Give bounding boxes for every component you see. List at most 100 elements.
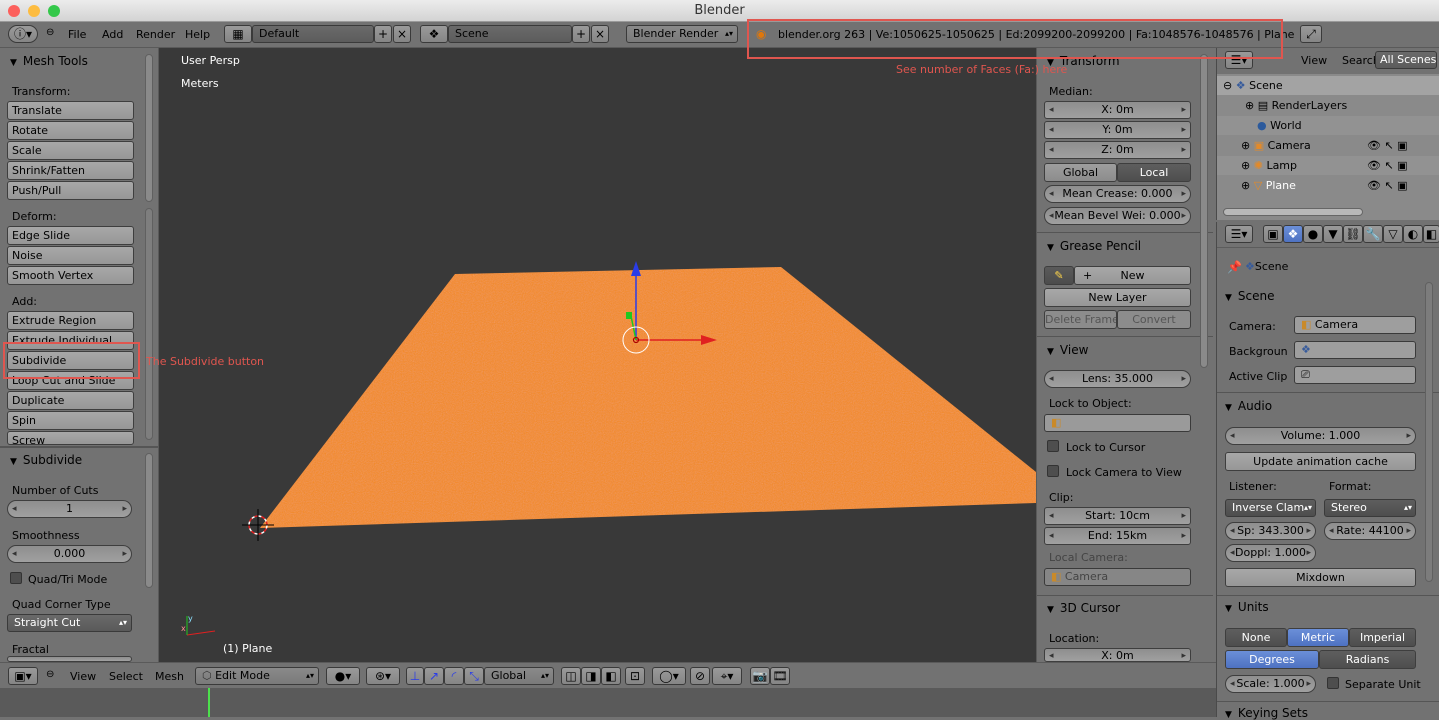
listener-select[interactable]: Inverse Clam ▴▾ [1225,499,1316,517]
mesh-tools-header[interactable]: ▼ Mesh Tools [10,54,88,68]
outliner-view-menu[interactable]: View [1301,53,1327,69]
separate-unit-checkbox[interactable] [1327,677,1339,689]
rotate-button[interactable]: Rotate [7,121,134,140]
global-toggle[interactable]: Global [1044,163,1117,182]
manipulator-toggle-icon[interactable]: ⊥ [406,667,424,685]
units-none-toggle[interactable]: None [1225,628,1287,647]
menu-select[interactable]: Select [109,669,143,685]
constraints-tab-icon[interactable]: ⛓ [1343,225,1363,243]
outliner-h-scrollbar[interactable] [1223,208,1363,216]
render-opengl-icon[interactable]: 📷 [750,667,770,685]
lock-cursor-checkbox[interactable] [1047,440,1059,452]
degrees-toggle[interactable]: Degrees [1225,650,1319,669]
3d-view-editor-type-icon[interactable]: ▣▾ [8,667,38,685]
minimize-window-button[interactable] [28,5,40,17]
clip-start-field[interactable]: Start: 10cm [1044,507,1191,525]
viewport-shading-icon[interactable]: ●▾ [326,667,360,685]
properties-scrollbar[interactable] [1425,282,1433,582]
remove-scene-icon[interactable]: × [591,25,609,43]
lock-camera-checkbox[interactable] [1047,465,1059,477]
translate-manipulator-icon[interactable]: ↗ [424,667,444,685]
delete-frame-button[interactable]: Delete Frame [1044,310,1117,329]
scale-button[interactable]: Scale [7,141,134,160]
tool-shelf-scrollbar[interactable] [145,54,153,202]
screen-layout-field[interactable]: Default [252,25,374,43]
render-tab-icon[interactable]: ▣ [1263,225,1283,243]
units-imperial-toggle[interactable]: Imperial [1349,628,1416,647]
3d-viewport[interactable]: User Persp Meters y x (1) Plane [159,48,1036,662]
visibility-icons[interactable]: 👁 ↖ ▣ [1367,139,1408,152]
render-animation-icon[interactable]: 🎞 [770,667,790,685]
smoothness-field[interactable]: 0.000 [7,545,132,563]
timeline-area[interactable] [0,688,1216,717]
face-select-mode-icon[interactable]: ◧ [601,667,621,685]
render-engine-select[interactable]: Blender Render ▴▾ [626,25,738,43]
grease-pencil-header[interactable]: ▼ Grease Pencil [1047,239,1141,253]
units-panel-header[interactable]: ▼ Units [1225,600,1269,614]
rotate-manipulator-icon[interactable]: ◜ [444,667,464,685]
pencil-icon[interactable]: ✎ [1044,266,1074,285]
mode-select[interactable]: ⬡ Edit Mode ▴▾ [195,667,319,685]
median-z-field[interactable]: Z: 0m [1044,141,1191,159]
shrink-fatten-button[interactable]: Shrink/Fatten [7,161,134,180]
scene-camera-field[interactable]: ◧ Camera [1294,316,1416,334]
grease-new-button[interactable]: + New [1074,266,1191,285]
active-clip-field[interactable]: ⎚ [1294,366,1416,384]
speed-of-sound-field[interactable]: Sp: 343.300 [1225,522,1316,540]
properties-editor-type-icon[interactable]: ☰▾ [1225,225,1253,243]
fullscreen-icon[interactable]: ⤢ [1300,25,1322,43]
lens-field[interactable]: Lens: 35.000 [1044,370,1191,388]
volume-field[interactable]: Volume: 1.000 [1225,427,1416,445]
snap-toggle-icon[interactable]: ⊘ [690,667,710,685]
local-toggle[interactable]: Local [1117,163,1191,182]
outliner-row-world[interactable]: ● World [1217,116,1439,135]
convert-button[interactable]: Convert [1117,310,1191,329]
cursor-x-field[interactable]: X: 0m [1044,648,1191,663]
data-tab-icon[interactable]: ▽ [1383,225,1403,243]
operator-scrollbar[interactable] [145,453,153,588]
3d-cursor-header[interactable]: ▼ 3D Cursor [1047,601,1120,615]
menu-add[interactable]: Add [102,27,123,43]
3d-cursor-icon[interactable] [242,509,274,541]
duplicate-button[interactable]: Duplicate [7,391,134,410]
collapse-menu-icon[interactable]: ⊖ [46,669,54,680]
median-x-field[interactable]: X: 0m [1044,101,1191,119]
scene-tab-icon[interactable]: ❖ [1283,225,1303,243]
format-select[interactable]: Stereo ▴▾ [1324,499,1416,517]
mean-bevel-field[interactable]: Mean Bevel Wei: 0.000 [1044,207,1191,225]
local-camera-field[interactable]: ◧ Camera [1044,568,1191,586]
outliner-row-renderlayers[interactable]: ⊕ ▤ RenderLayers [1217,96,1439,115]
texture-tab-icon[interactable]: ◧ [1423,225,1439,243]
screen-layout-icon[interactable]: ▦ [224,25,252,43]
new-layer-button[interactable]: New Layer [1044,288,1191,307]
edge-slide-button[interactable]: Edge Slide [7,226,134,245]
subdivide-operator-header[interactable]: ▼ Subdivide [10,453,82,467]
update-cache-button[interactable]: Update animation cache [1225,452,1416,471]
close-window-button[interactable] [8,5,20,17]
smooth-vertex-button[interactable]: Smooth Vertex [7,266,134,285]
screw-button[interactable]: Screw [7,431,134,445]
push-pull-button[interactable]: Push/Pull [7,181,134,200]
mixdown-button[interactable]: Mixdown [1225,568,1416,587]
y-handle-icon[interactable] [626,312,632,319]
quad-tri-checkbox[interactable] [10,572,22,584]
outliner-row-camera[interactable]: ⊕ ▣ Camera 👁 ↖ ▣ [1217,136,1439,155]
material-tab-icon[interactable]: ◐ [1403,225,1423,243]
view-panel-header[interactable]: ▼ View [1047,343,1088,357]
scene-panel-header[interactable]: ▼ Scene [1225,289,1275,303]
number-of-cuts-field[interactable]: 1 [7,500,132,518]
outliner-row-lamp[interactable]: ⊕ ✺ Lamp 👁 ↖ ▣ [1217,156,1439,175]
menu-render[interactable]: Render [136,27,175,43]
quad-corner-select[interactable]: Straight Cut ▴▾ [7,614,132,632]
proportional-edit-icon[interactable]: ◯▾ [652,667,686,685]
spin-button[interactable]: Spin [7,411,134,430]
median-y-field[interactable]: Y: 0m [1044,121,1191,139]
visibility-icons[interactable]: 👁 ↖ ▣ [1367,159,1408,172]
remove-screen-icon[interactable]: × [393,25,411,43]
menu-help[interactable]: Help [185,27,210,43]
scale-manipulator-icon[interactable]: ⤡ [464,667,484,685]
visibility-icons[interactable]: 👁 ↖ ▣ [1367,179,1408,192]
z-arrow-icon[interactable] [631,261,641,276]
pin-icon[interactable]: 📌 [1227,260,1242,274]
mean-crease-field[interactable]: Mean Crease: 0.000 [1044,185,1191,203]
